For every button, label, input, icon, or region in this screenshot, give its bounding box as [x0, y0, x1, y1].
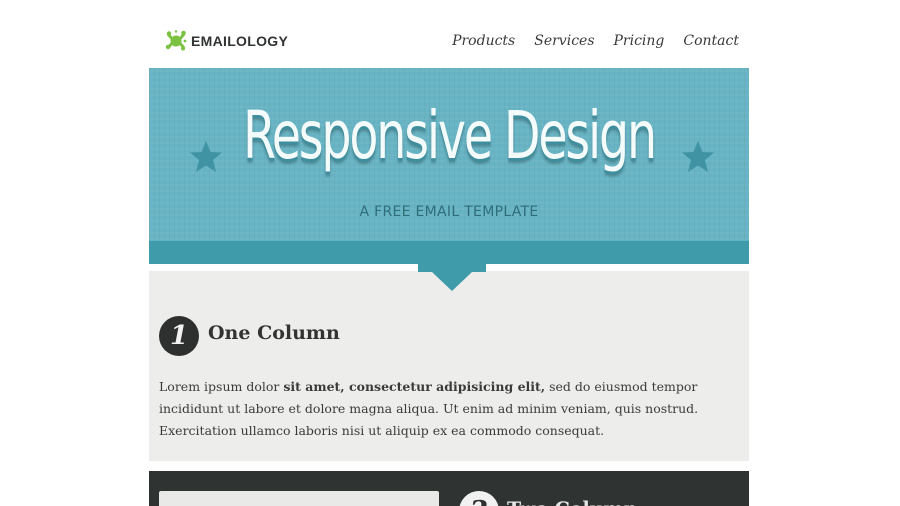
- nav-products[interactable]: Products: [452, 33, 515, 49]
- nav-pricing[interactable]: Pricing: [614, 33, 665, 49]
- body-bold: sit amet, consectetur adipisicing elit,: [283, 379, 546, 394]
- section-one-column: 1 One Column Lorem ipsum dolor sit amet,…: [149, 271, 749, 461]
- down-arrow-icon: [418, 264, 486, 291]
- hero-banner: Responsive Design A FREE EMAIL TEMPLATE: [149, 68, 749, 264]
- green-splat-icon: [165, 30, 187, 51]
- section-number-badge: 1: [159, 316, 199, 356]
- nav-contact[interactable]: Contact: [683, 33, 739, 49]
- body-lead: Lorem ipsum dolor: [159, 379, 284, 394]
- section-title: Two Column: [507, 498, 637, 506]
- banner-strip: [149, 240, 749, 264]
- star-icon: [190, 141, 222, 172]
- section-body: Lorem ipsum dolor sit amet, consectetur …: [159, 376, 719, 442]
- section-two-column: 2 Two Column: [149, 471, 749, 506]
- section-title: One Column: [208, 322, 340, 344]
- section-number-badge: 2: [459, 491, 499, 506]
- header: EMAILOLOGY Products Services Pricing Con…: [149, 0, 749, 68]
- nav-services[interactable]: Services: [534, 33, 594, 49]
- logo-text: EMAILOLOGY: [191, 33, 289, 49]
- banner-subtitle: A FREE EMAIL TEMPLATE: [359, 204, 539, 220]
- main-nav: Products Services Pricing Contact: [433, 33, 739, 49]
- logo[interactable]: EMAILOLOGY: [165, 30, 288, 52]
- image-placeholder: [159, 491, 439, 506]
- banner-title: Responsive Design: [242, 97, 657, 174]
- star-icon: [682, 141, 714, 172]
- email-template: EMAILOLOGY Products Services Pricing Con…: [149, 0, 749, 506]
